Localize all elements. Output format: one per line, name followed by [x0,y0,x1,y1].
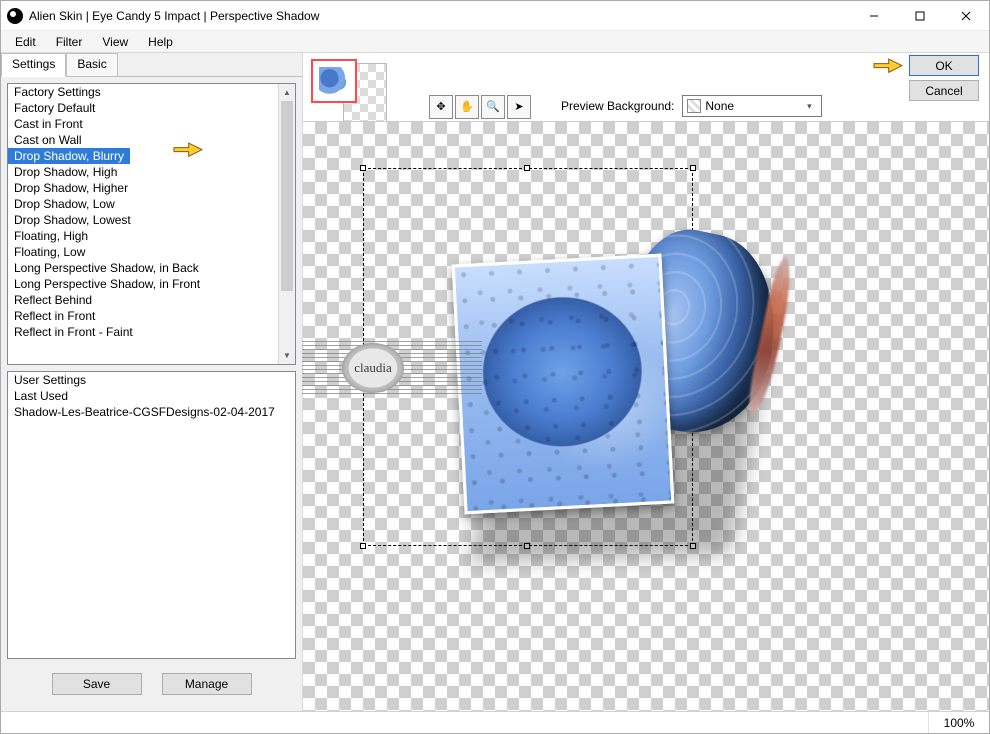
dialog-buttons: OK Cancel [909,55,979,101]
factory-item[interactable]: Cast on Wall [8,132,278,148]
tool-drag-icon[interactable]: ✥ [429,95,453,119]
minimize-button[interactable] [851,1,897,31]
factory-item[interactable]: Floating, Low [8,244,278,260]
user-list-content[interactable]: User SettingsLast UsedShadow-Les-Beatric… [8,372,295,658]
user-settings-header: User Settings [8,372,295,388]
preview-bg-swatch-icon [687,99,701,113]
window-title: Alien Skin | Eye Candy 5 Impact | Perspe… [29,9,851,23]
user-settings-listbox: User SettingsLast UsedShadow-Les-Beatric… [7,371,296,659]
thumbnail-nav[interactable] [311,57,383,125]
scroll-thumb[interactable] [281,101,293,291]
zoom-level[interactable]: 100% [929,712,989,733]
tab-basic[interactable]: Basic [66,53,117,76]
scroll-down-icon[interactable]: ▼ [279,347,295,364]
factory-item[interactable]: Reflect in Front [8,308,278,324]
photo-image [455,257,671,511]
handle-ml[interactable] [360,353,366,359]
factory-item[interactable]: Long Perspective Shadow, in Back [8,260,278,276]
factory-item[interactable]: Floating, High [8,228,278,244]
factory-item[interactable]: Drop Shadow, Lowest [8,212,278,228]
scroll-up-icon[interactable]: ▲ [279,84,295,101]
factory-item[interactable]: Drop Shadow, Low [8,196,278,212]
factory-item[interactable]: Factory Default [8,100,278,116]
chevron-down-icon: ▾ [801,101,817,112]
factory-list-content[interactable]: Factory SettingsFactory DefaultCast in F… [8,84,278,364]
handle-tr[interactable] [690,165,696,171]
menu-help[interactable]: Help [138,33,183,51]
maximize-button[interactable] [897,1,943,31]
cancel-button[interactable]: Cancel [909,80,979,101]
handle-bl[interactable] [360,543,366,549]
factory-list-scrollbar[interactable]: ▲ ▼ [278,84,295,364]
manage-button[interactable]: Manage [162,673,252,695]
factory-item[interactable]: Reflect Behind [8,292,278,308]
menubar: Edit Filter View Help [1,31,989,53]
thumbnail-image [319,67,349,95]
factory-item[interactable]: Reflect in Front - Faint [8,324,278,340]
titlebar: Alien Skin | Eye Candy 5 Impact | Perspe… [1,1,989,31]
left-panel: Settings Basic Factory SettingsFactory D… [1,53,303,711]
save-button[interactable]: Save [52,673,142,695]
window-controls [851,1,989,31]
selection-frame[interactable]: claudia [363,168,693,546]
tab-settings[interactable]: Settings [1,53,66,77]
handle-tl[interactable] [360,165,366,171]
tool-row: ✥ ✋ 🔍 ➤ [429,95,533,119]
right-toolbar: ✥ ✋ 🔍 ➤ Preview Background: None ▾ OK [303,53,989,121]
ok-button[interactable]: OK [909,55,979,76]
statusbar-spacer [1,712,929,733]
factory-settings-listbox: Factory SettingsFactory DefaultCast in F… [7,83,296,365]
tool-hand-icon[interactable]: ✋ [455,95,479,119]
factory-item[interactable]: Long Perspective Shadow, in Front [8,276,278,292]
menu-filter[interactable]: Filter [46,33,93,51]
tool-zoom-icon[interactable]: 🔍 [481,95,505,119]
factory-item[interactable]: Drop Shadow, Blurry [8,148,130,164]
preview-bg-label: Preview Background: [561,99,674,113]
close-button[interactable] [943,1,989,31]
factory-item[interactable]: Cast in Front [8,116,278,132]
tab-body: Factory SettingsFactory DefaultCast in F… [1,76,302,711]
factory-settings-header: Factory Settings [8,84,278,100]
menu-view[interactable]: View [92,33,138,51]
handle-tm[interactable] [524,165,530,171]
factory-item[interactable]: Drop Shadow, High [8,164,278,180]
preview-bg-dropdown[interactable]: None ▾ [682,95,822,117]
content-row: Settings Basic Factory SettingsFactory D… [1,53,989,711]
right-area: ✥ ✋ 🔍 ➤ Preview Background: None ▾ OK [303,53,989,711]
artwork [454,229,704,529]
active-thumbnail[interactable] [311,59,357,103]
menu-edit[interactable]: Edit [5,33,46,51]
pointer-hand-ok-annotation [872,52,904,74]
user-item[interactable]: Last Used [8,388,295,404]
preview-canvas[interactable]: claudia [303,121,989,711]
statusbar: 100% [1,711,989,733]
watermark-seal: claudia [342,343,404,393]
photo-frame [452,254,675,515]
user-item[interactable]: Shadow-Les-Beatrice-CGSFDesigns-02-04-20… [8,404,295,420]
left-button-row: Save Manage [7,665,296,705]
tabs: Settings Basic [1,53,302,76]
preview-bg-value: None [705,99,734,113]
tool-pointer-icon[interactable]: ➤ [507,95,531,119]
factory-item[interactable]: Drop Shadow, Higher [8,180,278,196]
app-window: Alien Skin | Eye Candy 5 Impact | Perspe… [0,0,990,734]
app-icon [7,8,23,24]
